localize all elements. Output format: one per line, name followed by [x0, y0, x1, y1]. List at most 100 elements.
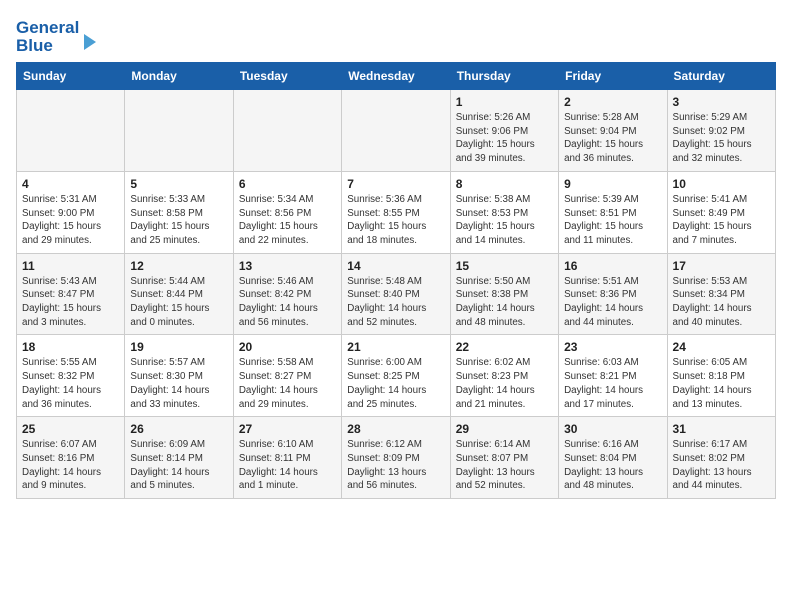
day-number: 5 [130, 177, 227, 191]
day-number: 13 [239, 259, 336, 273]
calendar-cell: 4 Sunrise: 5:31 AMSunset: 9:00 PMDaylight… [17, 171, 125, 253]
day-info: Sunrise: 5:31 AMSunset: 9:00 PMDaylight:… [22, 193, 119, 248]
calendar-cell [125, 90, 233, 172]
svg-text:General: General [16, 18, 79, 37]
day-number: 8 [456, 177, 553, 191]
svg-text:Blue: Blue [16, 36, 53, 54]
day-info: Sunrise: 5:51 AMSunset: 8:36 PMDaylight:… [564, 275, 661, 330]
calendar-cell: 28 Sunrise: 6:12 AMSunset: 8:09 PMDayligh… [342, 417, 450, 499]
calendar-cell: 29 Sunrise: 6:14 AMSunset: 8:07 PMDayligh… [450, 417, 558, 499]
day-number: 22 [456, 340, 553, 354]
day-number: 27 [239, 422, 336, 436]
calendar-cell: 14 Sunrise: 5:48 AMSunset: 8:40 PMDayligh… [342, 253, 450, 335]
calendar-cell: 15 Sunrise: 5:50 AMSunset: 8:38 PMDayligh… [450, 253, 558, 335]
day-number: 1 [456, 95, 553, 109]
day-info: Sunrise: 6:00 AMSunset: 8:25 PMDaylight:… [347, 356, 444, 411]
calendar-cell [17, 90, 125, 172]
day-header-wednesday: Wednesday [342, 63, 450, 90]
day-info: Sunrise: 5:39 AMSunset: 8:51 PMDaylight:… [564, 193, 661, 248]
day-number: 4 [22, 177, 119, 191]
calendar-cell: 19Sunrise: 5:57 AMSunset: 8:30 PMDayligh… [125, 335, 233, 417]
calendar-cell [342, 90, 450, 172]
day-info: Sunrise: 6:14 AMSunset: 8:07 PMDaylight:… [456, 438, 553, 493]
calendar-cell: 10 Sunrise: 5:41 AMSunset: 8:49 PMDayligh… [667, 171, 775, 253]
day-number: 14 [347, 259, 444, 273]
day-info: Sunrise: 6:12 AMSunset: 8:09 PMDaylight:… [347, 438, 444, 493]
calendar-cell: 12Sunrise: 5:44 AMSunset: 8:44 PMDayligh… [125, 253, 233, 335]
day-header-tuesday: Tuesday [233, 63, 341, 90]
day-number: 18 [22, 340, 119, 354]
day-number: 23 [564, 340, 661, 354]
calendar-cell: 5 Sunrise: 5:33 AMSunset: 8:58 PMDaylight… [125, 171, 233, 253]
page-header: GeneralBlue [16, 16, 776, 54]
day-info: Sunrise: 5:28 AMSunset: 9:04 PMDaylight:… [564, 111, 661, 166]
day-info: Sunrise: 5:58 AMSunset: 8:27 PMDaylight:… [239, 356, 336, 411]
calendar-cell [233, 90, 341, 172]
day-header-sunday: Sunday [17, 63, 125, 90]
day-info: Sunrise: 5:57 AMSunset: 8:30 PMDaylight:… [130, 356, 227, 411]
day-number: 2 [564, 95, 661, 109]
day-info: Sunrise: 5:33 AMSunset: 8:58 PMDaylight:… [130, 193, 227, 248]
calendar-cell: 13Sunrise: 5:46 AMSunset: 8:42 PMDayligh… [233, 253, 341, 335]
day-number: 10 [673, 177, 770, 191]
day-number: 26 [130, 422, 227, 436]
calendar-week-row: 11Sunrise: 5:43 AMSunset: 8:47 PMDayligh… [17, 253, 776, 335]
calendar-cell: 25 Sunrise: 6:07 AMSunset: 8:16 PMDayligh… [17, 417, 125, 499]
calendar-cell: 18 Sunrise: 5:55 AMSunset: 8:32 PMDayligh… [17, 335, 125, 417]
calendar-cell: 21 Sunrise: 6:00 AMSunset: 8:25 PMDayligh… [342, 335, 450, 417]
day-info: Sunrise: 5:41 AMSunset: 8:49 PMDaylight:… [673, 193, 770, 248]
day-info: Sunrise: 5:29 AMSunset: 9:02 PMDaylight:… [673, 111, 770, 166]
day-info: Sunrise: 6:09 AMSunset: 8:14 PMDaylight:… [130, 438, 227, 493]
day-number: 21 [347, 340, 444, 354]
day-info: Sunrise: 5:36 AMSunset: 8:55 PMDaylight:… [347, 193, 444, 248]
day-number: 30 [564, 422, 661, 436]
day-number: 15 [456, 259, 553, 273]
day-info: Sunrise: 5:48 AMSunset: 8:40 PMDaylight:… [347, 275, 444, 330]
day-number: 31 [673, 422, 770, 436]
day-info: Sunrise: 6:10 AMSunset: 8:11 PMDaylight:… [239, 438, 336, 493]
day-header-monday: Monday [125, 63, 233, 90]
calendar-cell: 17Sunrise: 5:53 AMSunset: 8:34 PMDayligh… [667, 253, 775, 335]
calendar-table: SundayMondayTuesdayWednesdayThursdayFrid… [16, 62, 776, 499]
day-number: 16 [564, 259, 661, 273]
calendar-cell: 8 Sunrise: 5:38 AMSunset: 8:53 PMDaylight… [450, 171, 558, 253]
day-info: Sunrise: 5:26 AMSunset: 9:06 PMDaylight:… [456, 111, 553, 166]
day-number: 9 [564, 177, 661, 191]
calendar-cell: 24 Sunrise: 6:05 AMSunset: 8:18 PMDayligh… [667, 335, 775, 417]
calendar-cell: 31Sunrise: 6:17 AMSunset: 8:02 PMDayligh… [667, 417, 775, 499]
calendar-cell: 7Sunrise: 5:36 AMSunset: 8:55 PMDaylight… [342, 171, 450, 253]
calendar-cell: 2 Sunrise: 5:28 AMSunset: 9:04 PMDaylight… [559, 90, 667, 172]
day-number: 24 [673, 340, 770, 354]
calendar-cell: 23 Sunrise: 6:03 AMSunset: 8:21 PMDayligh… [559, 335, 667, 417]
day-info: Sunrise: 5:55 AMSunset: 8:32 PMDaylight:… [22, 356, 119, 411]
calendar-cell: 6 Sunrise: 5:34 AMSunset: 8:56 PMDaylight… [233, 171, 341, 253]
day-info: Sunrise: 6:03 AMSunset: 8:21 PMDaylight:… [564, 356, 661, 411]
day-number: 3 [673, 95, 770, 109]
calendar-cell: 11Sunrise: 5:43 AMSunset: 8:47 PMDayligh… [17, 253, 125, 335]
logo-icon: GeneralBlue [16, 16, 106, 54]
calendar-cell: 30 Sunrise: 6:16 AMSunset: 8:04 PMDayligh… [559, 417, 667, 499]
day-info: Sunrise: 6:07 AMSunset: 8:16 PMDaylight:… [22, 438, 119, 493]
calendar-cell: 9 Sunrise: 5:39 AMSunset: 8:51 PMDaylight… [559, 171, 667, 253]
calendar-cell: 1 Sunrise: 5:26 AMSunset: 9:06 PMDaylight… [450, 90, 558, 172]
calendar-header-row: SundayMondayTuesdayWednesdayThursdayFrid… [17, 63, 776, 90]
calendar-cell: 26 Sunrise: 6:09 AMSunset: 8:14 PMDayligh… [125, 417, 233, 499]
day-info: Sunrise: 5:38 AMSunset: 8:53 PMDaylight:… [456, 193, 553, 248]
day-info: Sunrise: 5:34 AMSunset: 8:56 PMDaylight:… [239, 193, 336, 248]
calendar-cell: 20 Sunrise: 5:58 AMSunset: 8:27 PMDayligh… [233, 335, 341, 417]
day-info: Sunrise: 6:05 AMSunset: 8:18 PMDaylight:… [673, 356, 770, 411]
day-info: Sunrise: 5:50 AMSunset: 8:38 PMDaylight:… [456, 275, 553, 330]
day-number: 29 [456, 422, 553, 436]
day-header-saturday: Saturday [667, 63, 775, 90]
calendar-week-row: 25 Sunrise: 6:07 AMSunset: 8:16 PMDayligh… [17, 417, 776, 499]
day-number: 20 [239, 340, 336, 354]
calendar-cell: 22Sunrise: 6:02 AMSunset: 8:23 PMDayligh… [450, 335, 558, 417]
day-header-friday: Friday [559, 63, 667, 90]
calendar-cell: 27 Sunrise: 6:10 AMSunset: 8:11 PMDayligh… [233, 417, 341, 499]
day-number: 25 [22, 422, 119, 436]
day-info: Sunrise: 6:16 AMSunset: 8:04 PMDaylight:… [564, 438, 661, 493]
calendar-week-row: 4 Sunrise: 5:31 AMSunset: 9:00 PMDaylight… [17, 171, 776, 253]
day-number: 6 [239, 177, 336, 191]
calendar-week-row: 1 Sunrise: 5:26 AMSunset: 9:06 PMDaylight… [17, 90, 776, 172]
day-number: 28 [347, 422, 444, 436]
